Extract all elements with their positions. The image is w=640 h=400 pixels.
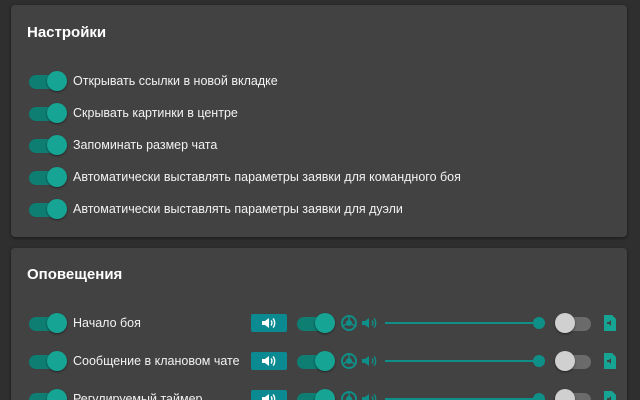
notifications-title: Оповещения bbox=[27, 266, 123, 283]
notification-toggle[interactable] bbox=[27, 389, 67, 400]
custom-sound-toggle[interactable] bbox=[555, 313, 595, 333]
chrome-icon bbox=[341, 391, 357, 400]
setting-toggle[interactable] bbox=[27, 71, 67, 91]
audio-file-icon[interactable] bbox=[603, 352, 617, 370]
audio-file-icon[interactable] bbox=[603, 314, 617, 332]
notification-row: Регулируемый таймер bbox=[27, 387, 617, 400]
volume-icon bbox=[361, 391, 379, 400]
volume-icon bbox=[361, 315, 379, 331]
setting-toggle[interactable] bbox=[27, 103, 67, 123]
settings-panel: Настройки Открывать ссылки в новой вклад… bbox=[11, 5, 627, 237]
notification-toggle[interactable] bbox=[27, 351, 67, 371]
setting-label: Автоматически выставлять параметры заявк… bbox=[73, 170, 461, 184]
notification-row: Начало боя bbox=[27, 311, 617, 335]
browser-notification-toggle[interactable] bbox=[295, 313, 335, 333]
settings-title: Настройки bbox=[27, 24, 107, 41]
play-sound-button[interactable] bbox=[251, 314, 287, 332]
setting-label: Скрывать картинки в центре bbox=[73, 106, 238, 120]
setting-row: Запоминать размер чата bbox=[27, 133, 617, 157]
setting-row: Открывать ссылки в новой вкладке bbox=[27, 69, 617, 93]
notification-label: Сообщение в клановом чате bbox=[73, 354, 240, 368]
browser-notification-toggle[interactable] bbox=[295, 389, 335, 400]
setting-toggle[interactable] bbox=[27, 199, 67, 219]
volume-icon bbox=[361, 353, 379, 369]
setting-toggle[interactable] bbox=[27, 167, 67, 187]
setting-row: Скрывать картинки в центре bbox=[27, 101, 617, 125]
notification-row: Сообщение в клановом чате bbox=[27, 349, 617, 373]
volume-icon bbox=[262, 318, 276, 328]
volume-icon bbox=[262, 394, 276, 400]
setting-toggle[interactable] bbox=[27, 135, 67, 155]
setting-row: Автоматически выставлять параметры заявк… bbox=[27, 165, 617, 189]
volume-icon bbox=[262, 356, 276, 366]
setting-label: Запоминать размер чата bbox=[73, 138, 218, 152]
custom-sound-toggle[interactable] bbox=[555, 389, 595, 400]
play-sound-button[interactable] bbox=[251, 352, 287, 370]
volume-slider[interactable] bbox=[385, 392, 545, 400]
browser-notification-toggle[interactable] bbox=[295, 351, 335, 371]
setting-label: Открывать ссылки в новой вкладке bbox=[73, 74, 278, 88]
volume-slider[interactable] bbox=[385, 316, 545, 330]
setting-row: Автоматически выставлять параметры заявк… bbox=[27, 197, 617, 221]
chrome-icon bbox=[341, 315, 357, 331]
notification-label: Начало боя bbox=[73, 316, 141, 330]
notifications-panel: Оповещения Начало боя Сообщение в кланов… bbox=[11, 248, 627, 400]
volume-slider[interactable] bbox=[385, 354, 545, 368]
chrome-icon bbox=[341, 353, 357, 369]
notification-label: Регулируемый таймер bbox=[73, 392, 203, 400]
play-sound-button[interactable] bbox=[251, 390, 287, 400]
custom-sound-toggle[interactable] bbox=[555, 351, 595, 371]
notification-toggle[interactable] bbox=[27, 313, 67, 333]
audio-file-icon[interactable] bbox=[603, 390, 617, 400]
setting-label: Автоматически выставлять параметры заявк… bbox=[73, 202, 403, 216]
